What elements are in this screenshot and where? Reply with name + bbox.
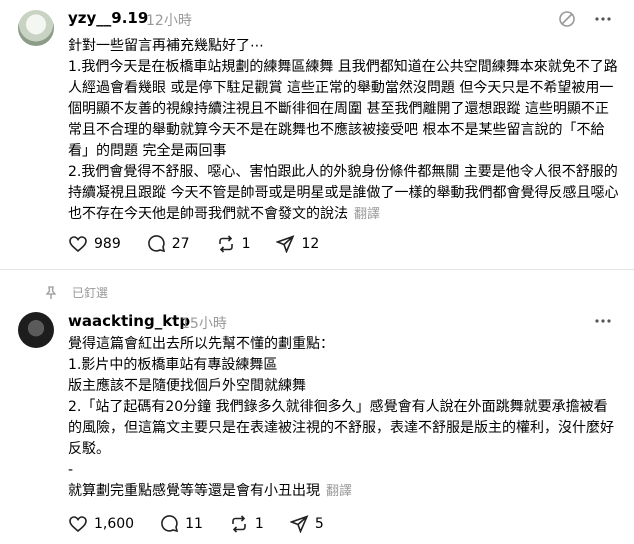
comment-count: 27 [171,235,190,252]
post-time[interactable]: 15小時 [181,313,227,333]
username[interactable]: waackting_ktp [68,312,190,330]
repost-count: 1 [254,515,264,532]
more-options-icon[interactable] [594,312,612,334]
post-line: - [68,462,74,478]
share-button[interactable]: 12 [276,234,320,253]
post-line: 版主應該不是隨便找個戶外空間就練舞 [68,378,306,394]
more-options-icon[interactable] [594,10,612,32]
post-2: waackting_ktp 15小時 覺得這篇會紅出去所以先幫不懂的劃重點： 1… [0,300,634,544]
avatar[interactable] [18,10,54,46]
post-line: 1.我們今天是在板橋車站規劃的練舞區練舞 且我們都知道在公共空間練舞本來就免不了… [68,59,618,159]
post-line: 針對一些留言再補充幾點好了⋯ [68,38,264,54]
comment-icon [147,235,165,253]
post-time[interactable]: 12小時 [146,10,192,30]
share-count: 5 [314,515,324,532]
comment-icon [161,515,179,533]
post-actions: 989 27 1 12 [68,234,345,253]
comment-button[interactable]: 27 [147,234,190,253]
like-button[interactable]: 989 [68,235,121,253]
translate-link[interactable]: 翻譯 [354,207,380,222]
share-button[interactable]: 5 [289,514,324,533]
share-count: 12 [301,235,320,252]
post-line: 2.「站了起碼有20分鐘 我們錄多久就徘徊多久」感覺會有人說在外面跳舞就要承擔被… [68,399,614,457]
username[interactable]: yzy__9.19 [68,9,148,27]
repost-button[interactable]: 1 [216,234,251,253]
post-body: 針對一些留言再補充幾點好了⋯ 1.我們今天是在板橋車站規劃的練舞區練舞 且我們都… [68,36,620,225]
repost-icon [218,234,233,253]
pin-icon [45,285,57,299]
post-top-icons [558,10,612,32]
send-icon [289,514,309,533]
post-actions: 1,600 11 1 5 [68,514,350,533]
pinned-label: 已釘選 [44,284,108,301]
divider [0,269,634,270]
repost-count: 1 [241,235,251,252]
post-body: 覺得這篇會紅出去所以先幫不懂的劃重點： 1.影片中的板橋車站有專設練舞區 版主應… [68,334,620,502]
mute-icon[interactable] [558,10,576,32]
send-icon [276,234,295,253]
avatar[interactable] [18,312,54,348]
post-line: 2.我們會覺得不舒服、噁心、害怕跟此人的外貌身份條件都無關 主要是他令人很不舒服… [68,164,619,222]
like-count: 1,600 [94,515,135,532]
post-1: yzy__9.19 12小時 針對一些留言再補充幾點好了⋯ 1.我們今天是在板橋… [0,0,634,268]
like-button[interactable]: 1,600 [68,515,134,533]
like-count: 989 [94,235,121,252]
post-line: 1.影片中的板橋車站有專設練舞區 [68,357,278,373]
heart-icon [69,515,87,532]
post-line: 覺得這篇會紅出去所以先幫不懂的劃重點： [68,336,334,352]
post-top-icons [594,312,612,334]
pinned-text: 已釘選 [72,286,109,300]
comment-button[interactable]: 11 [160,514,203,533]
translate-link[interactable]: 翻譯 [326,484,352,499]
comment-count: 11 [185,515,203,532]
post-line: 就算劃完重點感覺等等還是會有小丑出現 翻譯 [68,483,353,499]
repost-icon [232,514,246,533]
repost-button[interactable]: 1 [229,514,264,533]
heart-icon [69,235,87,252]
